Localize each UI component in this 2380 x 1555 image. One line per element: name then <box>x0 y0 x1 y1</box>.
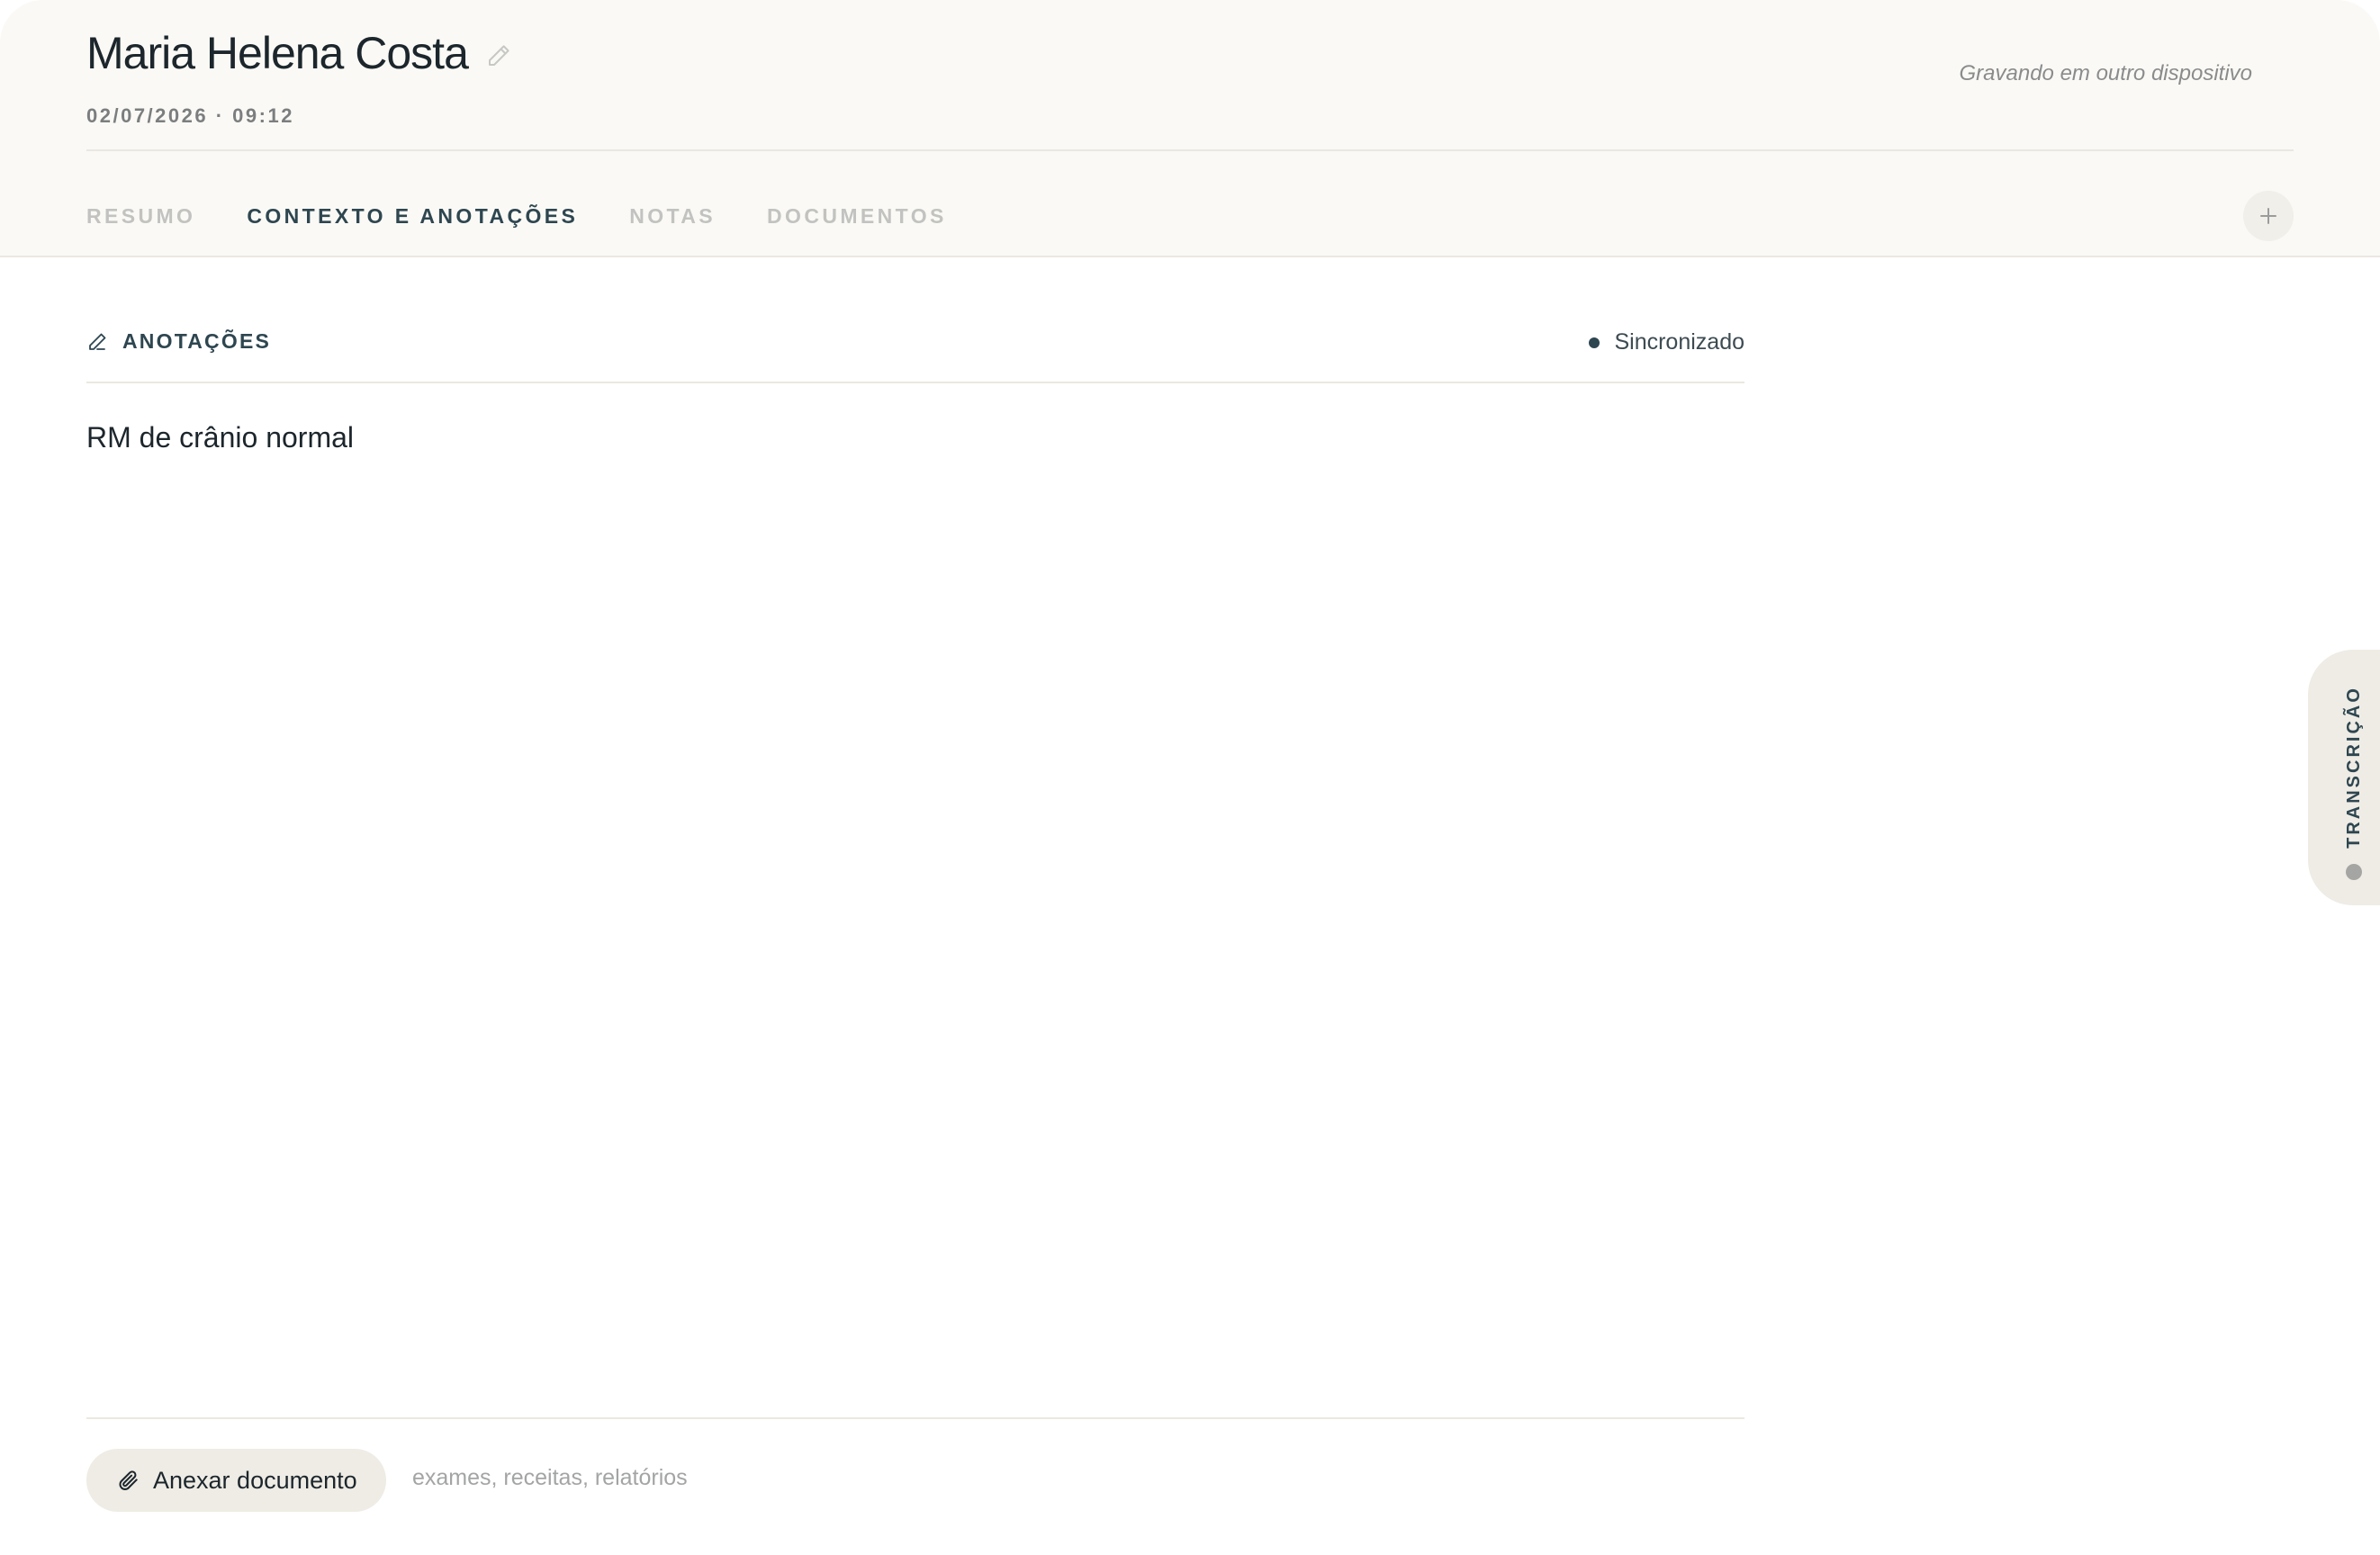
pencil-icon <box>488 45 509 66</box>
transcription-label-wrap: TRANSCRIÇÃO <box>2340 677 2367 857</box>
plus-icon <box>2260 208 2276 224</box>
tab-notas[interactable]: NOTAS <box>629 200 716 232</box>
attach-document-label: Anexar documento <box>153 1466 357 1494</box>
sync-status: Sincronizado <box>1589 329 1744 355</box>
transcription-label: TRANSCRIÇÃO <box>2343 685 2364 849</box>
tab-bar: RESUMO CONTEXTO E ANOTAÇÕES NOTAS DOCUME… <box>86 200 947 232</box>
title-row: Maria Helena Costa <box>86 22 515 85</box>
header-divider <box>86 149 2294 151</box>
paperclip-icon <box>119 1470 138 1490</box>
recording-status: Gravando em outro dispositivo <box>1959 61 2253 85</box>
transcription-status-dot <box>2346 864 2362 880</box>
pencil-icon <box>89 333 106 350</box>
tab-documentos[interactable]: DOCUMENTOS <box>767 200 947 232</box>
annotations-title: ANOTAÇÕES <box>86 329 271 354</box>
app-window: Maria Helena Costa 02/07/2026 · 09:12 Gr… <box>0 0 2380 1555</box>
patient-name: Maria Helena Costa <box>86 28 469 78</box>
tab-contexto-e-anotacoes[interactable]: CONTEXTO E ANOTAÇÕES <box>247 200 578 232</box>
consultation-header: Maria Helena Costa 02/07/2026 · 09:12 Gr… <box>0 0 2380 257</box>
annotations-editor[interactable]: RM de crânio normal <box>86 418 354 457</box>
transcription-panel-toggle[interactable]: TRANSCRIÇÃO <box>2308 650 2380 905</box>
annotations-title-label: ANOTAÇÕES <box>122 329 272 353</box>
sync-status-label: Sincronizado <box>1614 329 1744 355</box>
attachment-hint: exames, receitas, relatórios <box>412 1465 688 1490</box>
tab-resumo[interactable]: RESUMO <box>86 200 195 232</box>
attach-document-button[interactable]: Anexar documento <box>86 1449 386 1512</box>
add-tab-button[interactable] <box>2243 191 2294 241</box>
attachments-divider <box>86 1417 1744 1419</box>
sync-status-dot <box>1589 337 1600 348</box>
annotations-header: ANOTAÇÕES Sincronizado <box>86 324 1744 383</box>
edit-name-button[interactable] <box>482 40 515 72</box>
consultation-datetime: 02/07/2026 · 09:12 <box>86 104 294 127</box>
